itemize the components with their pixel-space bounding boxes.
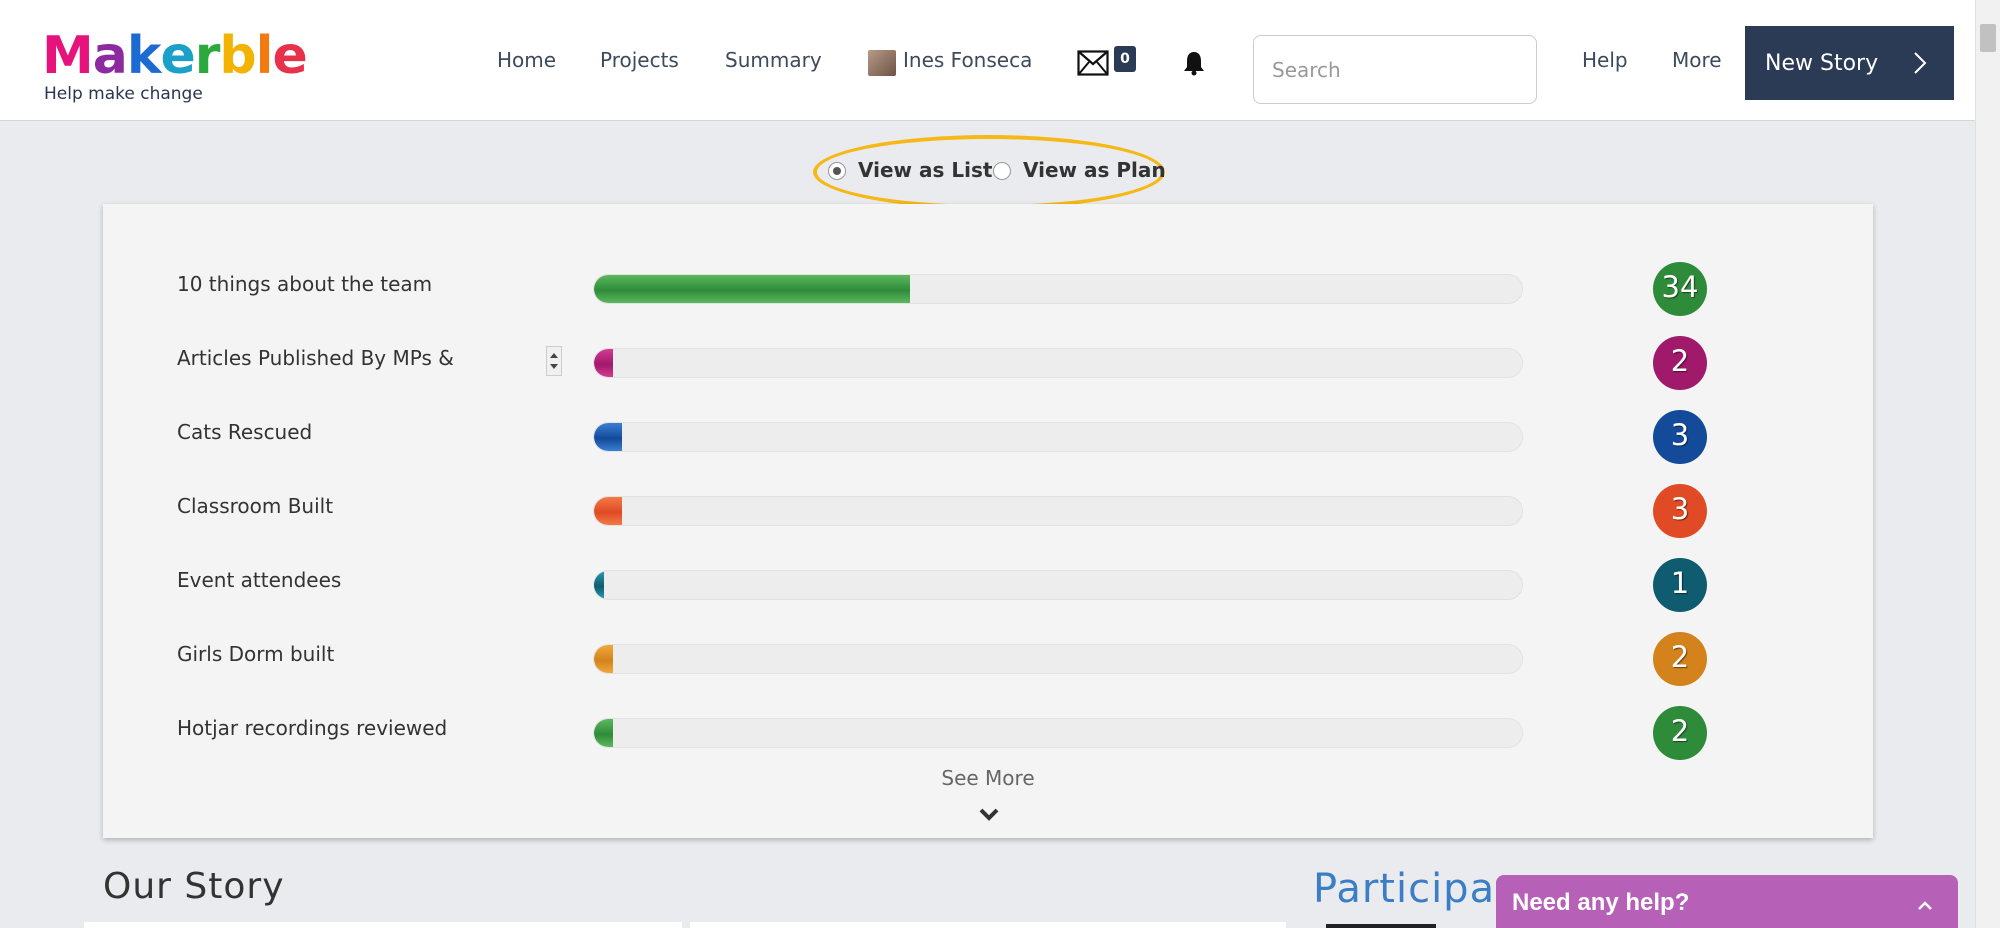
chevron-right-icon [1914, 52, 1927, 74]
mail-icon[interactable] [1077, 50, 1109, 76]
progress-track [593, 422, 1523, 452]
scroll-spinner-icon[interactable] [546, 346, 562, 376]
outcome-row[interactable]: Cats Rescued 3 [103, 410, 1873, 464]
outcome-label[interactable]: Girls Dorm built [177, 642, 334, 666]
logo-letter: l [255, 26, 274, 86]
outcome-label[interactable]: Event attendees [177, 568, 341, 592]
view-as-list-radio[interactable] [828, 162, 846, 180]
progress-track [593, 274, 1523, 304]
logo-letter: k [126, 26, 162, 86]
progress-fill [594, 423, 622, 451]
logo-letter: e [272, 26, 307, 86]
makerble-logo[interactable]: Makerble Help make change [42, 26, 308, 104]
nav-projects[interactable]: Projects [600, 48, 679, 72]
view-as-plan-radio[interactable] [993, 162, 1011, 180]
progress-fill [594, 645, 613, 673]
outcomes-panel: See More 10 things about the team 34 Artic… [103, 204, 1873, 838]
nav-home[interactable]: Home [497, 48, 556, 72]
outcome-count-badge: 2 [1653, 632, 1707, 686]
progress-track [593, 496, 1523, 526]
outcome-count-badge: 2 [1653, 706, 1707, 760]
participant-thumbnail[interactable] [1326, 924, 1436, 928]
participants-heading: Participa [1313, 866, 1496, 912]
page-scrollbar[interactable] [1975, 0, 2000, 928]
logo-letter: e [160, 26, 195, 86]
outcome-count-badge: 3 [1653, 410, 1707, 464]
story-card[interactable] [690, 922, 1286, 928]
logo-letter: r [194, 26, 221, 86]
story-card[interactable] [84, 922, 682, 928]
outcome-row[interactable]: Hotjar recordings reviewed 2 [103, 706, 1873, 760]
mail-count-badge: 0 [1114, 46, 1136, 72]
outcome-label[interactable]: Classroom Built [177, 494, 333, 518]
outcome-row[interactable]: Classroom Built 3 [103, 484, 1873, 538]
progress-track [593, 644, 1523, 674]
search-input[interactable] [1253, 35, 1537, 104]
outcome-label[interactable]: Articles Published By MPs & [177, 346, 454, 370]
progress-fill [594, 497, 622, 525]
progress-track [593, 348, 1523, 378]
view-as-plan-label[interactable]: View as Plan [1023, 158, 1166, 182]
view-as-list-label[interactable]: View as List [858, 158, 992, 182]
top-navbar: Makerble Help make change Home Projects … [0, 0, 1975, 121]
bell-icon[interactable] [1183, 50, 1205, 76]
outcome-count-badge: 1 [1653, 558, 1707, 612]
progress-track [593, 570, 1523, 600]
nav-help[interactable]: Help [1582, 48, 1628, 72]
new-story-button[interactable]: New Story [1745, 26, 1954, 100]
outcome-count-badge: 3 [1653, 484, 1707, 538]
progress-fill [594, 719, 613, 747]
nav-more[interactable]: More [1672, 48, 1722, 72]
progress-fill [594, 349, 613, 377]
outcome-count-badge: 34 [1653, 262, 1707, 316]
outcome-row[interactable]: Event attendees 1 [103, 558, 1873, 612]
outcome-label[interactable]: 10 things about the team [177, 272, 432, 296]
logo-letter: M [42, 26, 94, 86]
outcome-row[interactable]: Girls Dorm built 2 [103, 632, 1873, 686]
progress-fill [594, 275, 911, 303]
nav-user-name[interactable]: Ines Fonseca [903, 48, 1032, 72]
outcome-label[interactable]: Cats Rescued [177, 420, 312, 444]
our-story-heading: Our Story [103, 866, 285, 907]
logo-letter: b [219, 26, 256, 86]
chevron-down-icon[interactable] [978, 807, 1000, 823]
logo-letter: a [92, 26, 128, 86]
new-story-label: New Story [1765, 50, 1879, 76]
nav-summary[interactable]: Summary [725, 48, 822, 72]
help-widget[interactable]: Need any help? [1496, 875, 1958, 928]
outcome-label[interactable]: Hotjar recordings reviewed [177, 716, 447, 740]
scrollbar-thumb[interactable] [1980, 24, 1996, 52]
progress-track [593, 718, 1523, 748]
see-more-link[interactable]: See More [103, 766, 1873, 790]
help-widget-label: Need any help? [1512, 889, 1690, 916]
chevron-up-icon [1918, 901, 1932, 910]
outcome-row[interactable]: 10 things about the team 34 [103, 262, 1873, 316]
progress-fill [594, 571, 604, 599]
logo-wordmark: Makerble [42, 26, 308, 86]
outcome-count-badge: 2 [1653, 336, 1707, 390]
outcome-row[interactable]: Articles Published By MPs & 2 [103, 336, 1873, 390]
user-avatar[interactable] [868, 50, 896, 76]
logo-tagline: Help make change [44, 84, 203, 104]
